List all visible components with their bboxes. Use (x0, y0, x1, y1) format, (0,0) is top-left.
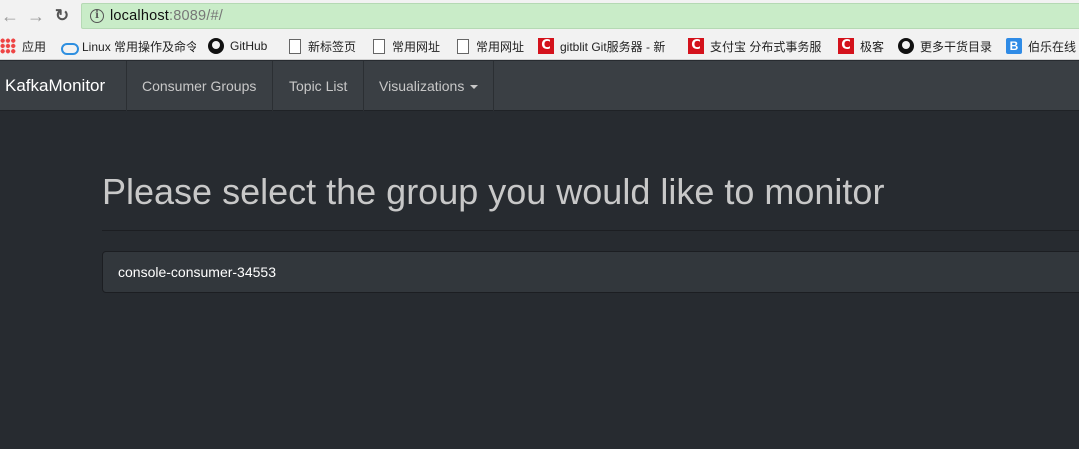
cloud-icon (60, 38, 79, 55)
nav-divider (272, 61, 273, 111)
nav-consumer-groups[interactable]: Consumer Groups (142, 61, 256, 111)
bookmark-new-tab[interactable]: 新标签页 (286, 37, 356, 55)
page-icon (370, 38, 386, 54)
bole-icon: B (1006, 38, 1022, 54)
reload-icon[interactable]: ↻ (52, 5, 72, 27)
consumer-group-name: console-consumer-34553 (118, 264, 276, 280)
page-icon (286, 38, 302, 54)
bookmark-common-sites-2[interactable]: 常用网址 (454, 37, 524, 55)
apps-grid-icon (0, 38, 16, 54)
bookmark-geek[interactable]: C 极客 (838, 37, 884, 55)
bookmark-bole[interactable]: B 伯乐在线 (1006, 37, 1076, 55)
forward-arrow-icon[interactable]: → (26, 5, 46, 27)
bookmark-label: GitHub (230, 39, 268, 53)
github-icon (208, 38, 224, 54)
heading-divider (102, 230, 1079, 231)
page-icon (454, 38, 470, 54)
bookmark-label: 伯乐在线 (1028, 39, 1077, 54)
bookmark-github[interactable]: GitHub (208, 37, 267, 55)
bookmark-common-sites-1[interactable]: 常用网址 (370, 37, 440, 55)
bookmark-label: 极客 (860, 39, 885, 54)
bookmarks-bar: 应用 Linux 常用操作及命令 GitHub 新标签页 常用网址 常用网址 C… (0, 32, 1079, 60)
nav-divider (493, 61, 494, 111)
bookmark-apps[interactable]: 应用 (0, 37, 46, 55)
main-content: Please select the group you would like t… (0, 112, 1079, 449)
brand-link[interactable]: KafkaMonitor (5, 61, 105, 111)
caret-down-icon (470, 85, 479, 90)
browser-address-bar: ← → ↻ i localhost:8089/#/ (0, 0, 1079, 32)
bookmark-more-goods[interactable]: 更多干货目录 (898, 37, 992, 55)
github-icon (898, 38, 914, 54)
bookmark-label: 应用 (22, 39, 47, 54)
url-field[interactable]: i localhost:8089/#/ (81, 3, 1079, 29)
bookmark-label: 支付宝 分布式事务服 (710, 39, 822, 54)
nav-divider (363, 61, 364, 111)
bookmark-alipay[interactable]: C 支付宝 分布式事务服 (688, 37, 821, 55)
nav-divider (126, 61, 127, 111)
csdn-icon: C (688, 38, 704, 54)
csdn-icon: C (838, 38, 854, 54)
bookmark-label: 新标签页 (308, 39, 357, 54)
info-icon[interactable]: i (90, 9, 104, 23)
back-arrow-icon[interactable]: ← (0, 5, 20, 27)
top-navbar: KafkaMonitor Consumer Groups Topic List … (0, 61, 1079, 111)
consumer-group-item[interactable]: console-consumer-34553 (102, 251, 1079, 293)
url-path: :8089/#/ (169, 8, 224, 24)
bookmark-linux[interactable]: Linux 常用操作及命令 (60, 37, 196, 55)
nav-topic-list[interactable]: Topic List (289, 61, 347, 111)
url-host: localhost (110, 8, 170, 24)
bookmark-label: gitblit Git服务器 - 新 (560, 39, 666, 54)
bookmark-label: Linux 常用操作及命令 (82, 39, 196, 54)
url-text[interactable]: localhost:8089/#/ (110, 8, 223, 24)
nav-visualizations-dropdown[interactable]: Visualizations (379, 61, 479, 111)
nav-visualizations-label: Visualizations (379, 78, 465, 94)
csdn-icon: C (538, 38, 554, 54)
bookmark-label: 常用网址 (476, 39, 525, 54)
bookmark-gitblit[interactable]: C gitblit Git服务器 - 新 (538, 37, 665, 55)
page-heading: Please select the group you would like t… (102, 171, 885, 212)
bookmark-label: 更多干货目录 (920, 39, 993, 54)
bookmark-label: 常用网址 (392, 39, 441, 54)
